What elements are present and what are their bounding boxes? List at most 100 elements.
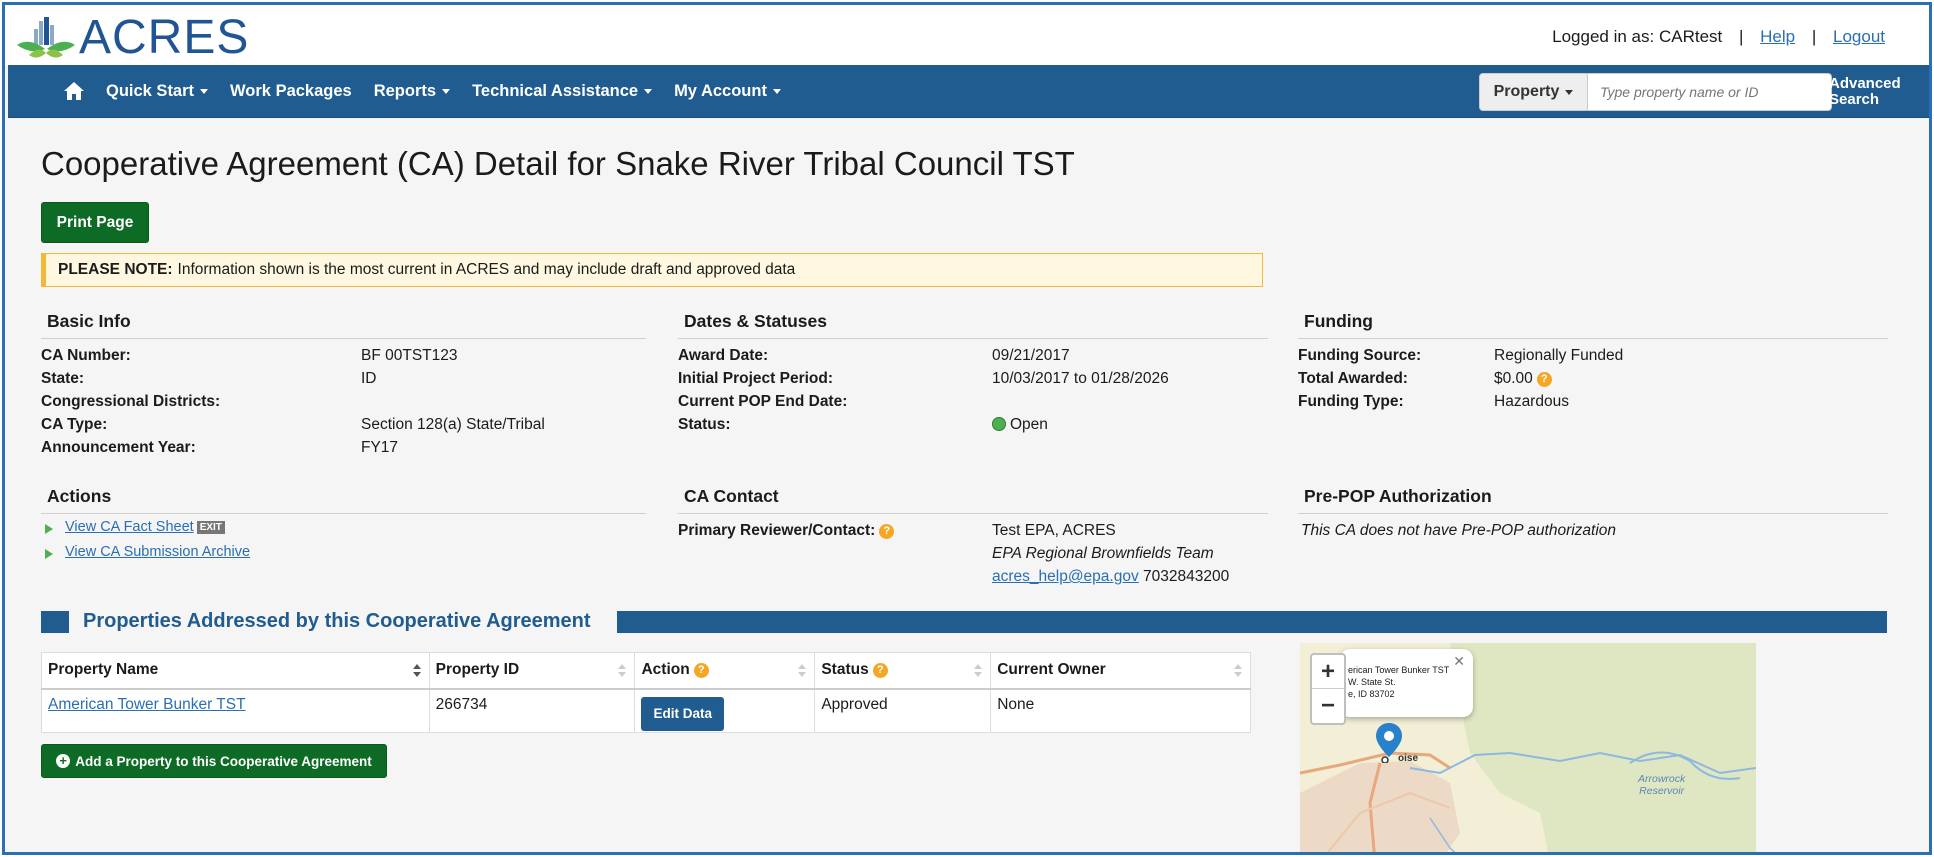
funding-type-label: Funding Type: [1298,393,1404,410]
properties-section-header: Properties Addressed by this Cooperative… [41,610,1887,633]
search-input[interactable] [1588,73,1832,111]
current-pop-end-date-label: Current POP End Date: [678,393,848,410]
fact-sheet-label: View CA Fact Sheet [65,519,194,535]
col-property-name[interactable]: Property Name [41,652,430,690]
chevron-down-icon [644,89,653,95]
help-icon[interactable]: ? [1536,372,1552,387]
contact-name: Test EPA, ACRES [992,522,1116,539]
notice-label: PLEASE NOTE: [58,261,173,278]
reservoir-label-line1: Arrowrock [1638,773,1686,785]
contact-team: EPA Regional Brownfields Team [992,545,1214,562]
announcement-year-value: FY17 [361,439,399,456]
sort-icon[interactable] [974,664,983,678]
state-label: State: [41,370,85,387]
logout-link[interactable]: Logout [1833,27,1885,46]
nav-reports[interactable]: Reports [374,82,451,101]
contact-email-phone: acres_help@epa.gov 7032843200 [992,565,1229,588]
edit-data-button[interactable]: Edit Data [641,696,724,731]
plus-circle-icon: + [56,754,71,768]
property-map[interactable]: oise Arrowrock Reservoir ✕ erican Tower … [1300,643,1756,852]
col-status[interactable]: Status? [814,652,992,690]
sort-icon[interactable] [618,664,627,678]
popup-line2: W. State St. [1348,677,1396,687]
cell-property-id: 266734 [428,688,636,733]
close-icon[interactable]: ✕ [1453,654,1465,668]
col-current-owner[interactable]: Current Owner [990,652,1251,690]
cell-current-owner: None [990,688,1251,733]
funding-source-value: Regionally Funded [1494,347,1624,364]
col-property-id[interactable]: Property ID [428,652,636,690]
separator: | [1811,27,1817,46]
main-navbar: Quick Start Work Packages Reports Techni… [8,65,1929,118]
help-icon[interactable]: ? [693,662,709,678]
initial-project-period-value: 10/03/2017 to 01/28/2026 [992,370,1169,387]
view-ca-submission-archive-link[interactable]: View CA Submission Archive [65,544,250,560]
basic-info-list: CA Number: BF 00TST123 State: ID Congres… [41,344,641,464]
user-bar: Logged in as: CARtest | Help | Logout [1552,27,1885,47]
table-header-row: Property Name Property ID Action? Status… [41,652,1251,690]
contact-phone: 7032843200 [1143,568,1230,585]
col-status-label: Status [821,661,869,679]
properties-heading: Properties Addressed by this Cooperative… [83,610,591,632]
advanced-search-line2: Search [1829,91,1880,108]
acres-logo[interactable]: ACRES [15,11,249,63]
total-awarded-text: $0.00 [1494,370,1533,387]
pre-pop-heading: Pre-POP Authorization [1298,485,1888,514]
print-page-button[interactable]: Print Page [41,202,149,243]
status-label: Status: [678,416,731,433]
total-awarded-label: Total Awarded: [1298,370,1408,387]
cell-property-name: American Tower Bunker TST [41,688,430,733]
nav-menu: Quick Start Work Packages Reports Techni… [106,65,803,118]
help-icon[interactable]: ? [879,524,895,539]
status-text: Open [1010,416,1048,433]
search-group: Property [1479,73,1832,111]
map-zoom-control: + − [1310,653,1346,725]
funding-heading: Funding [1298,310,1888,339]
search-type-select[interactable]: Property [1479,73,1588,111]
help-link[interactable]: Help [1760,27,1795,46]
property-link[interactable]: American Tower Bunker TST [48,696,246,713]
map-marker-icon[interactable] [1376,723,1402,763]
help-icon[interactable]: ? [872,662,888,678]
cell-action: Edit Data [634,688,816,733]
col-action[interactable]: Action? [634,652,816,690]
property-status-text: Approved [821,695,888,713]
page-title: Cooperative Agreement (CA) Detail for Sn… [41,145,1075,182]
add-property-label: Add a Property to this Cooperative Agree… [75,753,372,769]
advanced-search-link[interactable]: Advanced Search [1829,76,1919,108]
reservoir-label: Arrowrock Reservoir [1638,773,1685,797]
zoom-out-button[interactable]: − [1312,689,1344,723]
nav-work-packages-label: Work Packages [230,82,352,100]
sort-icon[interactable] [412,664,421,678]
property-owner-text: None [997,695,1035,713]
announcement-year-label: Announcement Year: [41,439,196,456]
nav-quick-start[interactable]: Quick Start [106,82,209,101]
nav-work-packages[interactable]: Work Packages [230,82,352,101]
primary-reviewer-text: Primary Reviewer/Contact: [678,522,876,539]
top-header: ACRES Logged in as: CARtest | Help | Log… [5,5,1929,65]
initial-project-period-label: Initial Project Period: [678,370,834,387]
arrow-right-icon [45,524,53,534]
funding-list: Funding Source: Regionally Funded Total … [1298,344,1888,424]
contact-email-link[interactable]: acres_help@epa.gov [992,568,1139,585]
nav-my-account[interactable]: My Account [674,82,781,101]
map-popup: ✕ erican Tower Bunker TST W. State St. e… [1340,649,1473,717]
section-rule [617,611,1887,633]
primary-reviewer-label: Primary Reviewer/Contact:? [678,519,895,542]
sort-icon[interactable] [798,664,807,678]
notice-text: Information shown is the most current in… [177,261,796,278]
col-property-name-label: Property Name [48,661,159,679]
add-property-button[interactable]: + Add a Property to this Cooperative Agr… [41,744,387,778]
sort-icon[interactable] [1234,664,1242,678]
home-icon[interactable] [62,79,86,103]
zoom-in-button[interactable]: + [1312,655,1344,689]
browser-frame: ACRES Logged in as: CARtest | Help | Log… [2,2,1932,855]
chevron-down-icon [200,89,209,95]
funding-source-label: Funding Source: [1298,347,1422,364]
view-ca-fact-sheet-link[interactable]: View CA Fact Sheet EXIT [65,519,225,535]
col-property-id-label: Property ID [435,661,520,679]
exit-badge: EXIT [196,521,225,534]
col-current-owner-label: Current Owner [997,661,1106,679]
section-marker [41,611,69,633]
nav-technical-assistance[interactable]: Technical Assistance [472,82,653,101]
